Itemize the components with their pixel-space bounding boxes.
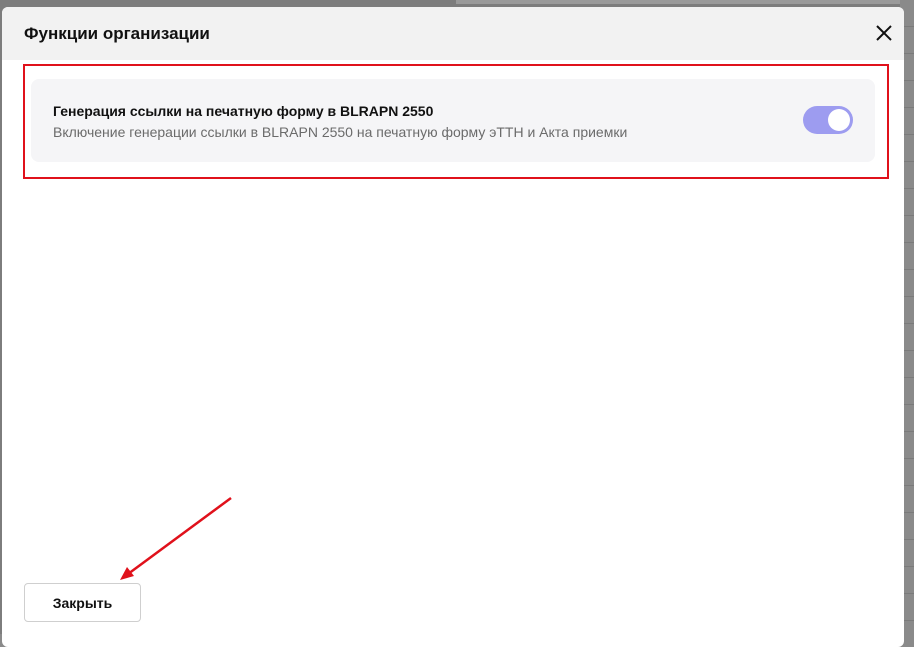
feature-card: Генерация ссылки на печатную форму в BLR… [31, 79, 875, 162]
feature-toggle[interactable] [803, 106, 853, 134]
feature-description: Включение генерации ссылки в BLRAPN 2550… [53, 124, 628, 140]
close-button[interactable]: Закрыть [24, 583, 141, 622]
feature-title: Генерация ссылки на печатную форму в BLR… [53, 103, 434, 119]
modal-header: Функции организации [2, 7, 904, 60]
organization-functions-modal: Функции организации Генерация ссылки на … [2, 7, 904, 647]
background-strip [456, 0, 914, 4]
close-icon[interactable] [872, 21, 896, 45]
modal-title: Функции организации [24, 24, 210, 43]
toggle-knob [828, 109, 850, 131]
